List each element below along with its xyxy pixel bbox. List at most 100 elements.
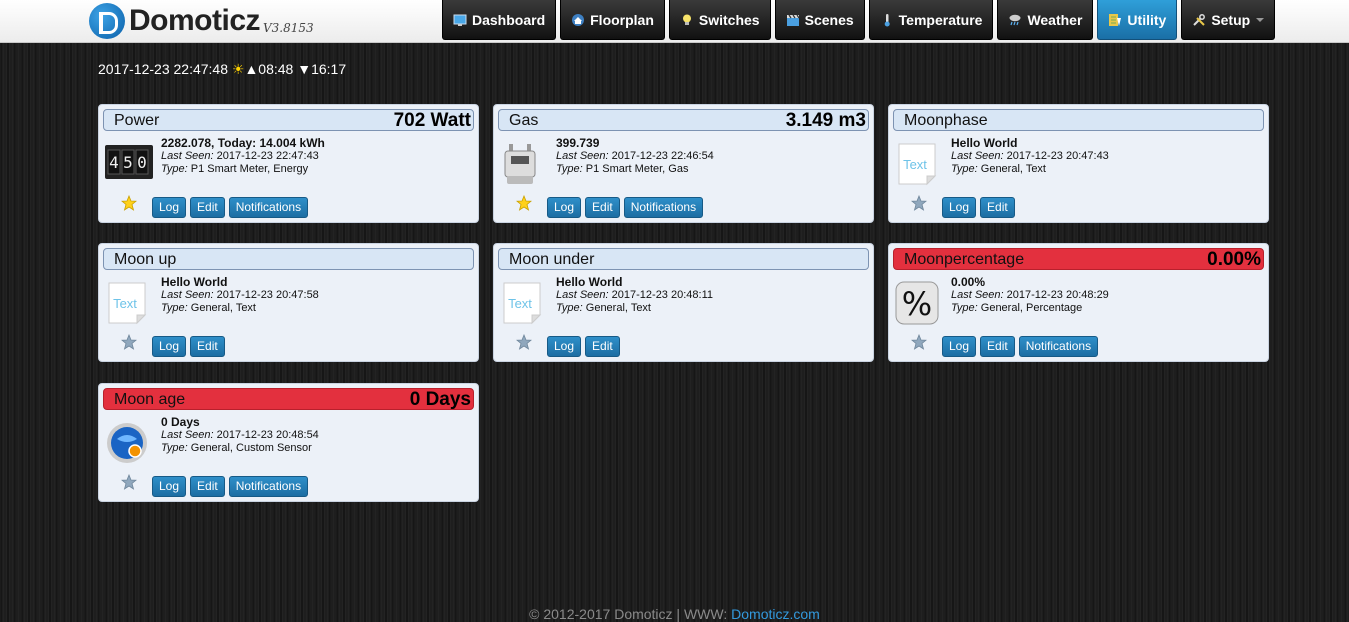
log-button[interactable]: Log: [547, 197, 582, 218]
edit-button[interactable]: Edit: [585, 197, 620, 218]
edit-button[interactable]: Edit: [190, 197, 225, 218]
device-header: Moonphase: [893, 109, 1264, 131]
device-actions: Log Edit Notifications: [152, 476, 312, 497]
device-actions: Log Edit: [547, 336, 624, 357]
device-name: Moon age: [114, 391, 186, 408]
counter-icon[interactable]: 450: [105, 145, 153, 189]
edit-button[interactable]: Edit: [585, 336, 620, 357]
log-button[interactable]: Log: [152, 336, 187, 357]
log-button[interactable]: Log: [152, 476, 187, 497]
nav-label: Temperature: [898, 11, 983, 28]
last-seen-label: Last Seen:: [161, 429, 214, 441]
device-type: Type: General, Percentage: [951, 302, 1109, 315]
star-icon[interactable]: [515, 333, 533, 350]
favorite-star-icon[interactable]: [120, 194, 138, 211]
nav-switches[interactable]: Switches: [668, 0, 771, 40]
nav-label: Utility: [1127, 11, 1167, 28]
type-label: Type:: [556, 302, 583, 314]
device-data: Hello World: [951, 136, 1018, 150]
domoticz-logo-icon: [89, 3, 125, 39]
device-card: Power 702 Watt 4 5 0 2282.078, Today: 14.004 …: [98, 104, 479, 223]
device-type: Type: General, Text: [951, 163, 1109, 176]
cloud-rain-icon: [1008, 13, 1022, 27]
favorite-star-icon[interactable]: [515, 194, 533, 211]
logo[interactable]: Domoticz V3.8153: [89, 3, 314, 39]
type-value: General, Percentage: [980, 302, 1083, 314]
log-button[interactable]: Log: [942, 197, 977, 218]
type-value: P1 Smart Meter, Energy: [190, 163, 309, 175]
gas-meter-icon[interactable]: [500, 142, 546, 186]
device-type: Type: General, Custom Sensor: [161, 442, 319, 455]
type-value: General, Text: [980, 163, 1046, 175]
edit-button[interactable]: Edit: [190, 336, 225, 357]
device-name: Moonphase: [904, 112, 988, 129]
nav-temperature[interactable]: Temperature: [868, 0, 994, 40]
device-info: Hello World Last Seen: 2017-12-23 20:47:5…: [161, 276, 319, 315]
notifications-button[interactable]: Notifications: [228, 476, 309, 497]
device-value: 0.00%: [1207, 249, 1261, 270]
nav-label: Switches: [698, 11, 760, 28]
app-version: V3.8153: [263, 21, 314, 35]
log-button[interactable]: Log: [547, 336, 582, 357]
nav-label: Floorplan: [590, 11, 654, 28]
sun-icon: ☀: [231, 61, 245, 77]
device-last-seen: Last Seen: 2017-12-23 20:48:54: [161, 429, 319, 442]
type-label: Type:: [161, 302, 188, 314]
nav-weather[interactable]: Weather: [997, 0, 1094, 40]
svg-text:0: 0: [137, 153, 147, 172]
device-actions: Log Edit: [152, 336, 229, 357]
percent-icon[interactable]: %: [895, 281, 941, 325]
last-seen-label: Last Seen:: [951, 289, 1004, 301]
edit-button[interactable]: Edit: [980, 197, 1015, 218]
svg-text:5: 5: [123, 153, 133, 172]
nav-scenes[interactable]: Scenes: [774, 0, 865, 40]
main-nav: Dashboard Floorplan Switches Scenes Temperat…: [442, 0, 1279, 42]
icon-text-label: Text: [508, 296, 532, 311]
device-type: Type: P1 Smart Meter, Gas: [556, 163, 714, 176]
device-data: Hello World: [556, 275, 623, 289]
log-button[interactable]: Log: [152, 197, 187, 218]
thermometer-icon: [880, 13, 894, 27]
device-actions: Log Edit Notifications: [547, 197, 707, 218]
nav-utility[interactable]: Utility: [1097, 0, 1178, 40]
edit-button[interactable]: Edit: [190, 476, 225, 497]
device-header: Power 702 Watt: [103, 109, 474, 131]
nav-label: Scenes: [804, 11, 854, 28]
text-icon[interactable]: Text: [105, 281, 151, 325]
device-last-seen: Last Seen: 2017-12-23 20:47:43: [951, 150, 1109, 163]
text-icon[interactable]: Text: [895, 142, 941, 186]
custom-sensor-icon[interactable]: [105, 421, 151, 465]
star-icon[interactable]: [910, 194, 928, 211]
device-last-seen: Last Seen: 2017-12-23 22:46:54: [556, 150, 714, 163]
device-card: Moon up Text Hello World Last Seen: 2017-12…: [98, 243, 479, 362]
nav-floorplan[interactable]: Floorplan: [560, 0, 665, 40]
icon-text-label: Text: [903, 157, 927, 172]
log-button[interactable]: Log: [942, 336, 977, 357]
device-data: 399.739: [556, 136, 600, 150]
svg-text:4: 4: [109, 153, 119, 172]
notifications-button[interactable]: Notifications: [228, 197, 309, 218]
type-label: Type:: [951, 302, 978, 314]
device-card: Gas 3.149 m3 399.739 Last Seen: 2017-12-23 …: [493, 104, 874, 223]
edit-button[interactable]: Edit: [980, 336, 1015, 357]
device-info: Hello World Last Seen: 2017-12-23 20:47:4…: [951, 137, 1109, 176]
device-actions: Log Edit Notifications: [942, 336, 1102, 357]
nav-dashboard[interactable]: Dashboard: [442, 0, 557, 40]
device-last-seen: Last Seen: 2017-12-23 20:48:11: [556, 289, 713, 302]
star-icon[interactable]: [910, 333, 928, 350]
utility-icon: [1108, 13, 1122, 27]
logo-name: Domoticz: [129, 4, 261, 37]
type-label: Type:: [161, 442, 188, 454]
last-seen-value: 2017-12-23 20:48:54: [216, 429, 319, 441]
icon-text-label: Text: [113, 296, 137, 311]
star-icon[interactable]: [120, 473, 138, 490]
notifications-button[interactable]: Notifications: [1018, 336, 1099, 357]
text-icon[interactable]: Text: [500, 281, 546, 325]
star-icon[interactable]: [120, 333, 138, 350]
type-value: P1 Smart Meter, Gas: [585, 163, 689, 175]
last-seen-label: Last Seen:: [951, 150, 1004, 162]
device-card: Moonphase Text Hello World Last Seen: 2017-…: [888, 104, 1269, 223]
notifications-button[interactable]: Notifications: [623, 197, 704, 218]
nav-setup[interactable]: Setup: [1181, 0, 1276, 40]
device-type: Type: General, Text: [556, 302, 713, 315]
